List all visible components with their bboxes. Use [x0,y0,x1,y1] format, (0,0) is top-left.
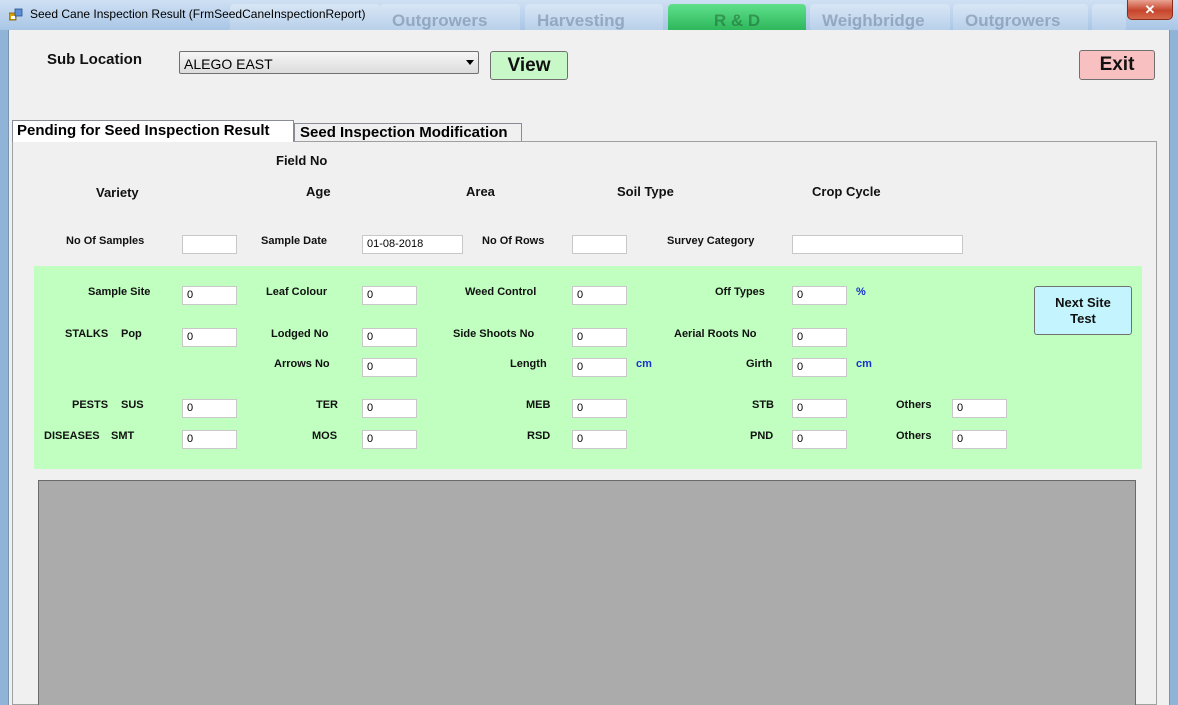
view-button[interactable]: View [490,51,568,80]
background-window-tab: Outgrowers [380,4,520,30]
window-title: Seed Cane Inspection Result (FrmSeedCane… [30,7,366,21]
no-of-samples-input[interactable] [182,235,237,254]
diseases-others-input[interactable]: 0 [952,430,1007,449]
sample-site-input[interactable]: 0 [182,286,237,305]
leaf-colour-input[interactable]: 0 [362,286,417,305]
pop-label: Pop [121,328,142,340]
age-label: Age [306,184,331,199]
smt-label: SMT [111,430,135,442]
background-window-tab [1092,4,1126,30]
length-input[interactable]: 0 [572,358,627,377]
arrows-no-label: Arrows No [274,358,330,370]
chevron-down-icon [466,60,474,65]
lodged-no-label: Lodged No [271,328,329,340]
exit-button[interactable]: Exit [1079,50,1155,80]
sub-location-dropdown[interactable]: ALEGO EAST [179,51,479,74]
rsd-label: RSD [527,430,551,442]
meb-input[interactable]: 0 [572,399,627,418]
pop-input[interactable]: 0 [182,328,237,347]
weed-control-label: Weed Control [465,286,537,298]
variety-label: Variety [96,185,139,200]
stalks-label: STALKS [65,328,109,340]
aerial-roots-no-input[interactable]: 0 [792,328,847,347]
background-window-tab: R & D [668,4,806,30]
no-of-rows-input[interactable] [572,235,627,254]
pnd-label: PND [750,430,774,442]
soil-type-label: Soil Type [617,184,674,199]
weed-control-input[interactable]: 0 [572,286,627,305]
off-types-unit: % [856,286,866,298]
leaf-colour-label: Leaf Colour [266,286,328,298]
sub-location-selected: ALEGO EAST [184,56,273,72]
pests-others-input[interactable]: 0 [952,399,1007,418]
smt-input[interactable]: 0 [182,430,237,449]
app-icon [9,8,23,21]
side-shoots-no-label: Side Shoots No [453,328,535,340]
ter-input[interactable]: 0 [362,399,417,418]
stb-label: STB [752,399,774,411]
pests-others-label: Others [896,399,932,411]
ter-label: TER [316,399,338,411]
aerial-roots-no-label: Aerial Roots No [674,328,757,340]
meb-label: MEB [526,399,551,411]
mos-label: MOS [312,430,338,442]
field-no-label: Field No [276,153,328,168]
tab-inspection-modification[interactable]: Seed Inspection Modification [294,123,522,141]
mos-input[interactable]: 0 [362,430,417,449]
sample-date-label: Sample Date [261,235,328,247]
off-types-label: Off Types [715,286,765,298]
tab-pending-inspection[interactable]: Pending for Seed Inspection Result [12,120,294,142]
diseases-others-label: Others [896,430,932,442]
background-window-tab: Outgrowers [953,4,1088,30]
close-button[interactable]: ✕ [1127,0,1173,20]
close-icon: ✕ [1144,2,1156,17]
no-of-rows-label: No Of Rows [482,235,545,247]
off-types-input[interactable]: 0 [792,286,847,305]
pests-label: PESTS [72,399,109,411]
girth-input[interactable]: 0 [792,358,847,377]
next-site-test-button[interactable]: Next Site Test [1034,286,1132,335]
sus-input[interactable]: 0 [182,399,237,418]
length-unit: cm [636,358,652,370]
crop-cycle-label: Crop Cycle [812,184,881,199]
girth-label: Girth [746,358,773,370]
diseases-label: DISEASES [44,430,100,442]
sample-date-input[interactable]: 01-08-2018 [362,235,463,254]
rsd-input[interactable]: 0 [572,430,627,449]
sample-site-label: Sample Site [88,286,151,298]
survey-category-input[interactable] [792,235,963,254]
arrows-no-input[interactable]: 0 [362,358,417,377]
girth-unit: cm [856,358,872,370]
length-label: Length [510,358,547,370]
background-window-tab: Weighbridge [810,4,950,30]
results-grid[interactable] [38,480,1136,705]
survey-category-label: Survey Category [667,235,755,247]
sub-location-label: Sub Location [47,51,142,68]
lodged-no-input[interactable]: 0 [362,328,417,347]
background-window-tab: Harvesting [525,4,663,30]
side-shoots-no-input[interactable]: 0 [572,328,627,347]
stb-input[interactable]: 0 [792,399,847,418]
area-label: Area [466,184,495,199]
pnd-input[interactable]: 0 [792,430,847,449]
sus-label: SUS [121,399,144,411]
no-of-samples-label: No Of Samples [66,235,145,247]
